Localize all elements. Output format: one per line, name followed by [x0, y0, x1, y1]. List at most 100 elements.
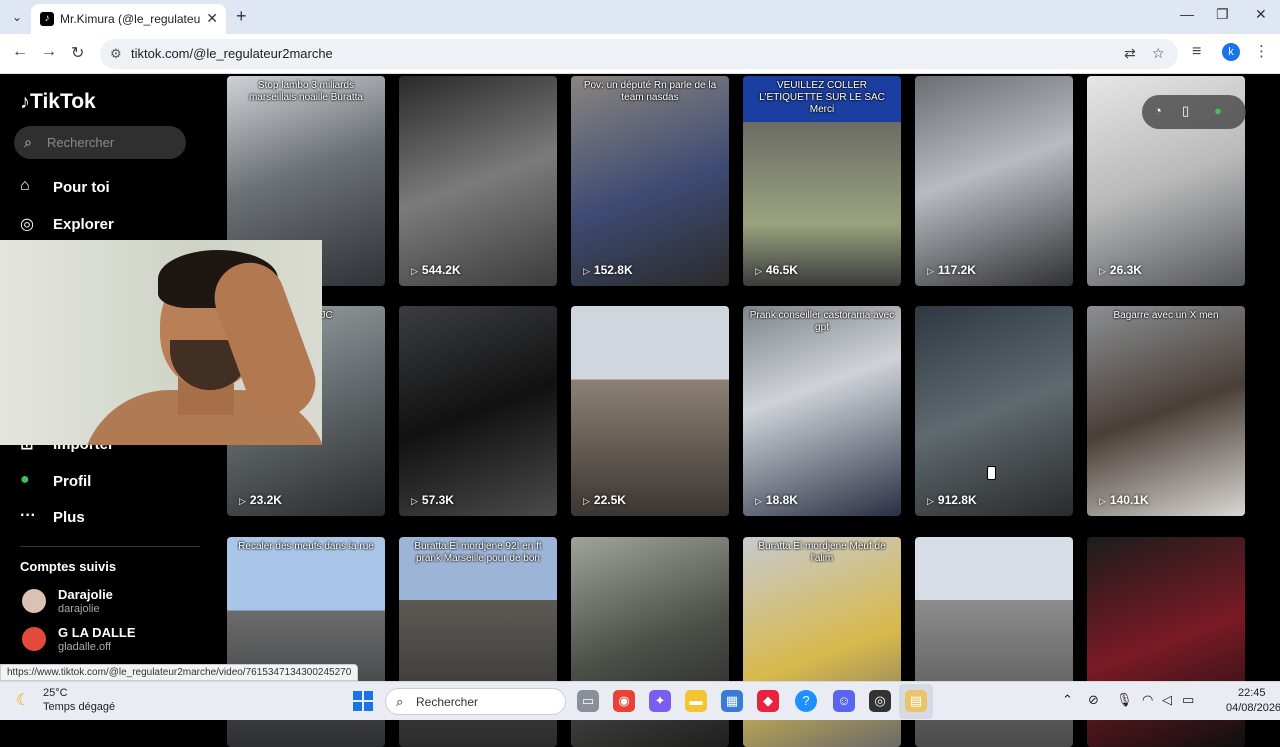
view-count-value: 544.2K [421, 263, 461, 277]
view-count-value: 23.2K [249, 493, 282, 507]
video-hover-tools: ◔ ▯ ● [1142, 95, 1246, 129]
nav-item-plus[interactable]: ··· Plus [20, 507, 85, 531]
browser-tab-bar: ⌄ ♪ Mr.Kimura (@le_regulateur2ma ✕ + — ❐… [0, 0, 1280, 34]
weather-desc[interactable]: Temps dégagé [43, 701, 115, 713]
translate-icon[interactable]: ⇄ [1124, 45, 1136, 62]
new-tab-icon[interactable]: + [236, 6, 247, 27]
clock-date[interactable]: 04/08/2026 [1226, 702, 1280, 714]
video-caption: VEUILLEZ COLLER L'ETIQUETTE SUR LE SAC M… [759, 80, 885, 115]
nav-item-profil[interactable]: ● Profil [20, 471, 91, 495]
video-thumbnail[interactable]: ▷ 22.5K [571, 306, 729, 516]
menu-kebab-icon[interactable]: ⋮ [1254, 42, 1269, 60]
tab-search-button[interactable]: ⌄ [6, 7, 28, 27]
home-icon: ⌂ [20, 177, 30, 194]
view-count: ▷ 46.5K [755, 263, 798, 277]
restore-icon[interactable]: ❐ [1216, 6, 1229, 23]
avatar [22, 589, 46, 613]
followed-account[interactable]: G LA DALLE gladalle.off [22, 624, 212, 658]
divider [20, 546, 200, 547]
taskbar-search-input[interactable]: ⌕ Rechercher [385, 688, 566, 715]
play-icon: ▷ [239, 496, 246, 506]
account-name: G LA DALLE [58, 625, 136, 640]
window-close-icon[interactable]: ✕ [1255, 6, 1267, 23]
video-thumbnail[interactable]: Bagarre avec un X men ▷ 140.1K [1087, 306, 1245, 516]
more-icon: ··· [20, 507, 36, 524]
view-count: ▷ 18.8K [755, 493, 798, 507]
account-handle: darajolie [58, 603, 100, 615]
video-thumbnail[interactable]: ▷ 544.2K [399, 76, 557, 286]
task-view-icon[interactable]: ▭ [577, 690, 599, 712]
video-thumbnail[interactable]: ▷ 117.2K [915, 76, 1073, 286]
file-explorer-icon[interactable]: ▬ [685, 690, 707, 712]
tiktok-favicon-icon: ♪ [40, 12, 54, 26]
taskbar-search-placeholder: Rechercher [416, 695, 479, 709]
battery-icon[interactable]: ▭ [1182, 692, 1194, 708]
media-controls-icon[interactable]: ≡ [1192, 43, 1201, 61]
profile-avatar[interactable]: k [1222, 43, 1240, 61]
play-icon: ▷ [927, 496, 934, 506]
tray-chevron-icon[interactable]: ⌃ [1062, 692, 1073, 708]
avatar-icon[interactable]: ● [1214, 103, 1222, 118]
app-diamond-icon[interactable]: ◆ [757, 690, 779, 712]
chrome-icon[interactable]: ◉ [613, 690, 635, 712]
minimize-icon[interactable]: — [1180, 6, 1194, 22]
obs-icon[interactable]: ◎ [869, 690, 891, 712]
browser-toolbar: ← → ↻ ⚙ tiktok.com/@le_regulateur2marche… [0, 34, 1280, 74]
search-icon: ⌕ [24, 134, 32, 150]
play-icon: ▷ [755, 496, 762, 506]
video-caption: Recaler des meufs dans la rue [238, 541, 374, 552]
view-count-value: 140.1K [1109, 493, 1149, 507]
volume-icon[interactable]: ◁ [1162, 692, 1172, 708]
play-icon: ▷ [1099, 496, 1106, 506]
weather-moon-icon[interactable]: ☾ [16, 690, 30, 710]
phone-icon[interactable]: ▯ [1182, 103, 1189, 119]
forward-icon[interactable]: → [41, 43, 57, 61]
account-name: Darajolie [58, 587, 113, 602]
followed-account[interactable]: Darajolie darajolie [22, 586, 212, 620]
microphone-icon[interactable]: 🎙 [1116, 692, 1133, 708]
nav-item-explorer[interactable]: ◎ Explorer [20, 214, 114, 238]
back-icon[interactable]: ← [12, 43, 28, 61]
reload-icon[interactable]: ↻ [71, 43, 84, 63]
play-icon: ▷ [411, 496, 418, 506]
avatar [22, 627, 46, 651]
wifi-icon[interactable]: ◠ [1142, 692, 1153, 708]
view-count: ▷ 23.2K [239, 493, 282, 507]
speed-icon[interactable]: ◔ [1154, 103, 1162, 118]
nav-item-pour-toi[interactable]: ⌂ Pour toi [20, 177, 110, 201]
view-count-value: 22.5K [593, 493, 626, 507]
video-caption: Bagarre avec un X men [1113, 310, 1219, 321]
mouse-cursor [987, 466, 996, 480]
view-count-value: 57.3K [421, 493, 454, 507]
windows-taskbar: ☾ 25°C Temps dégagé ⌕ Rechercher ▭ ◉ ✦ ▬… [0, 681, 1280, 720]
video-thumbnail[interactable]: VEUILLEZ COLLER L'ETIQUETTE SUR LE SAC M… [743, 76, 901, 286]
tab-close-icon[interactable]: ✕ [206, 10, 218, 27]
store-icon[interactable]: ▦ [721, 690, 743, 712]
logo-text: TikTok [30, 90, 96, 113]
discord-icon[interactable]: ☺ [833, 690, 855, 712]
profile-icon: ● [20, 471, 30, 488]
nav-label: Explorer [53, 216, 114, 233]
notes-app-icon[interactable]: ▤ [905, 690, 927, 712]
clock-time[interactable]: 22:45 [1238, 687, 1266, 699]
video-thumbnail[interactable]: Prank conseiller castorama avec gpt ▷ 18.8… [743, 306, 901, 516]
tiktok-logo[interactable]: ♪TikTok [20, 90, 96, 114]
view-count-value: 46.5K [765, 263, 798, 277]
address-bar[interactable]: ⚙ tiktok.com/@le_regulateur2marche ⇄ ☆ [100, 39, 1178, 69]
site-info-icon[interactable]: ⚙ [110, 46, 122, 62]
view-count-value: 152.8K [593, 263, 633, 277]
help-icon[interactable]: ? [795, 690, 817, 712]
play-icon: ▷ [583, 266, 590, 276]
search-input[interactable]: ⌕ Rechercher [14, 126, 186, 159]
video-thumbnail[interactable]: Pov: un député Rn parle de la team nasda… [571, 76, 729, 286]
weather-temp[interactable]: 25°C [43, 687, 68, 699]
browser-tab[interactable]: ♪ Mr.Kimura (@le_regulateur2ma ✕ [31, 4, 226, 34]
video-caption: Pov: un député Rn parle de la team nasda… [583, 80, 717, 103]
video-thumbnail[interactable]: ▷ 912.8K [915, 306, 1073, 516]
windows-start-icon[interactable] [353, 691, 373, 711]
play-icon: ▷ [1099, 266, 1106, 276]
copilot-icon[interactable]: ✦ [649, 690, 671, 712]
bookmark-star-icon[interactable]: ☆ [1152, 45, 1165, 62]
tray-app-icon[interactable]: ⊘ [1088, 692, 1099, 708]
video-thumbnail[interactable]: ▷ 57.3K [399, 306, 557, 516]
